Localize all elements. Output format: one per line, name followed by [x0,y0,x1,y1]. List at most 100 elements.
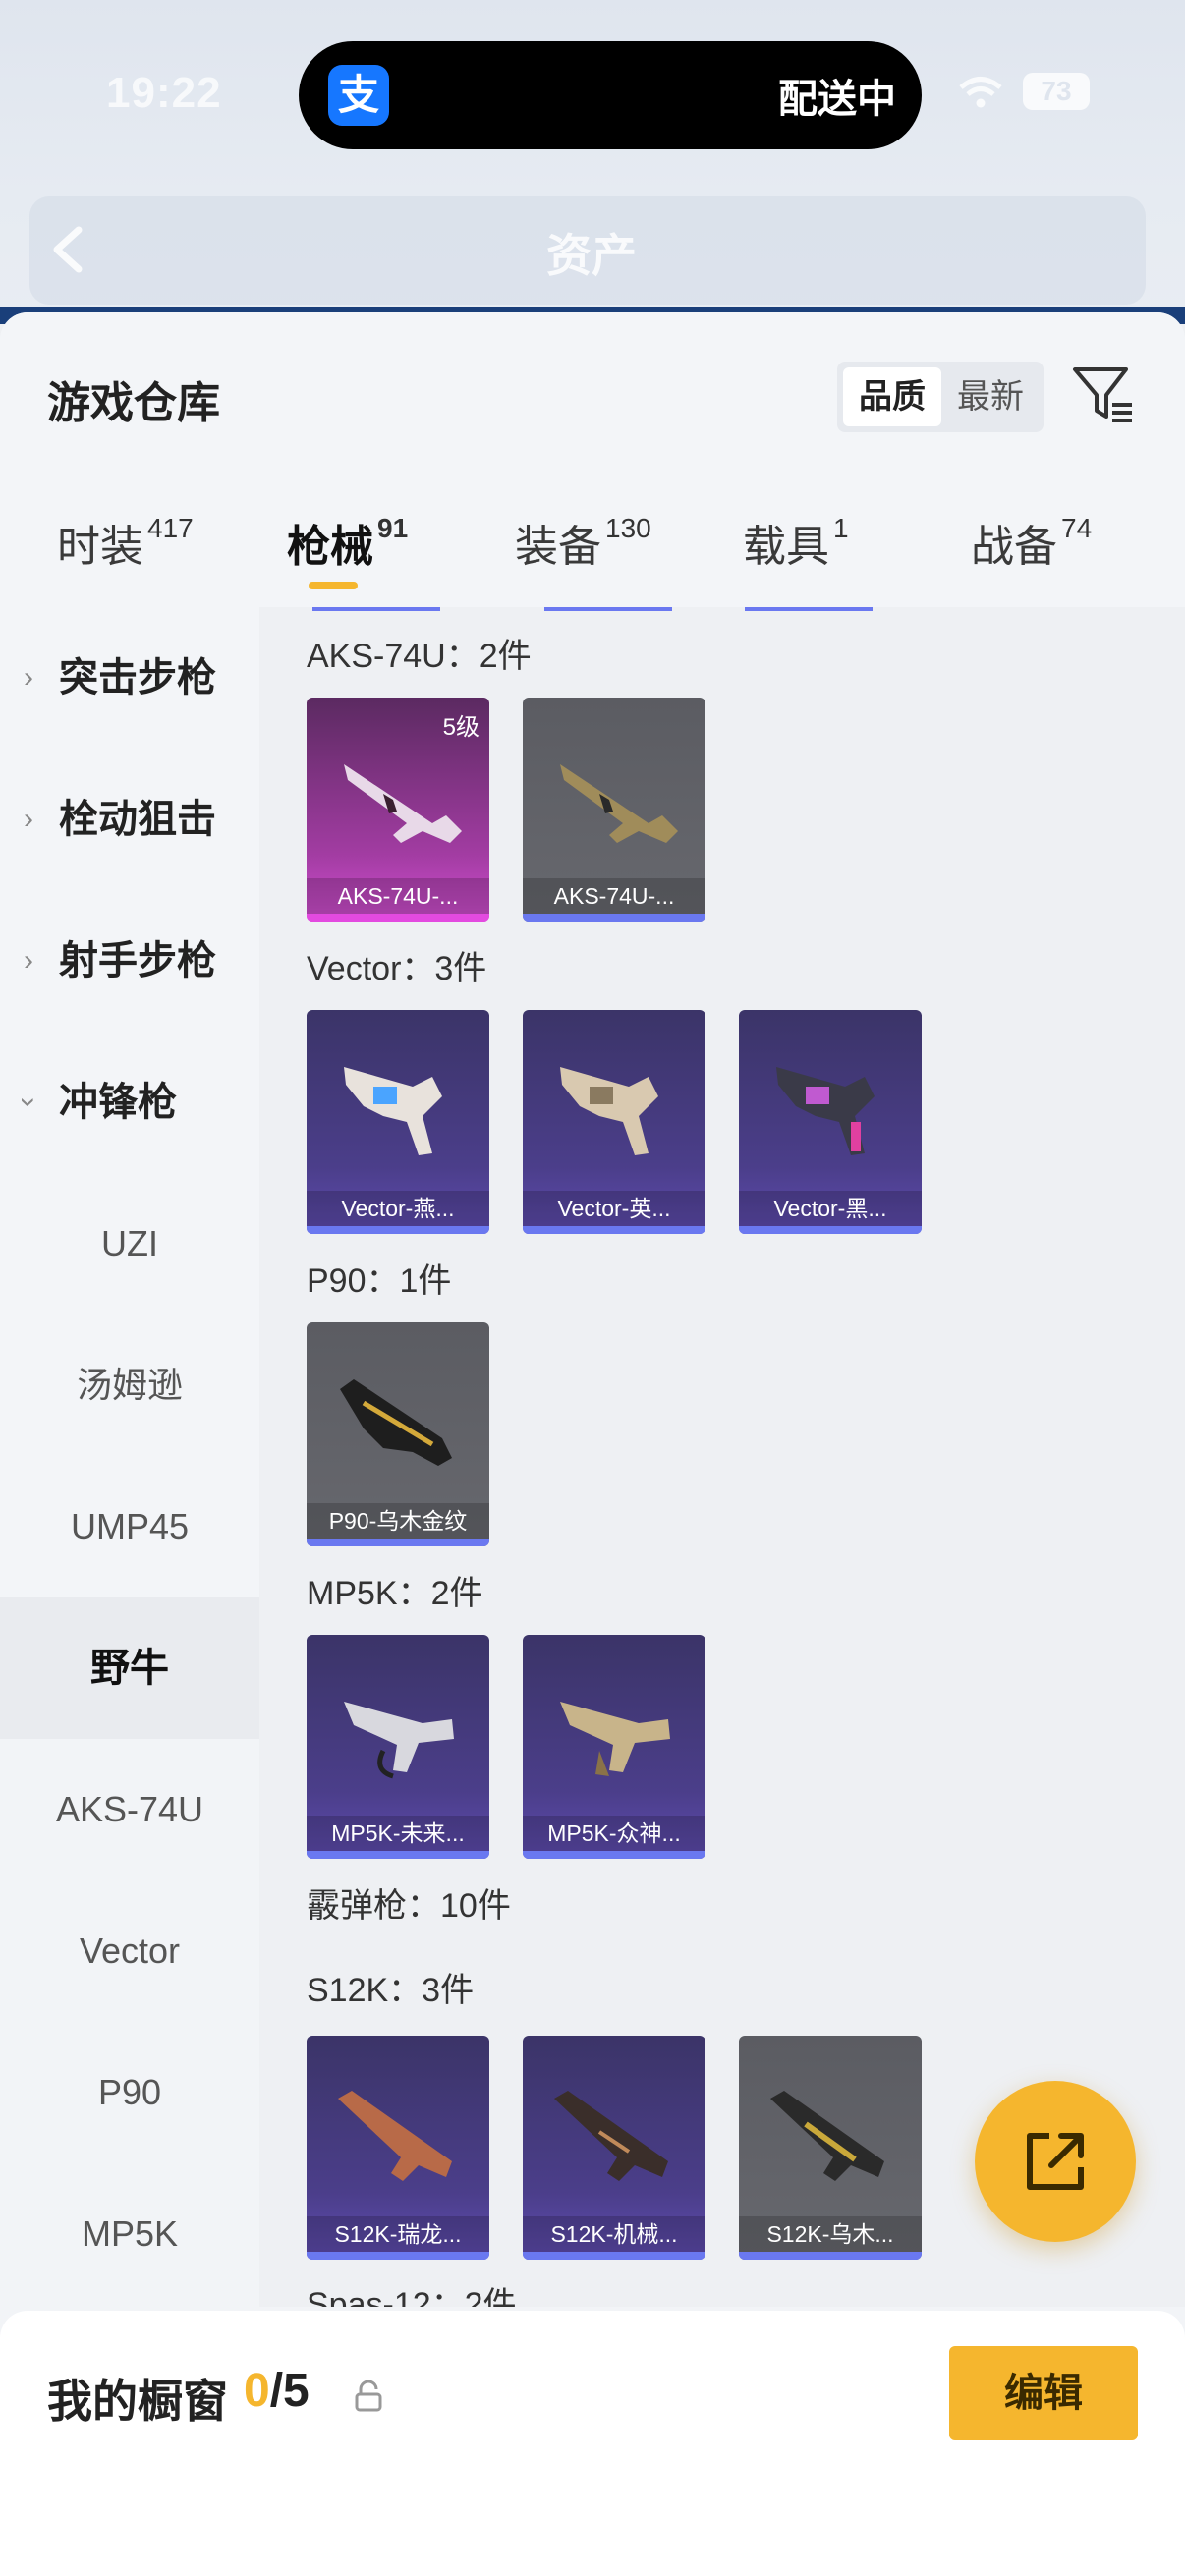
weapon-card[interactable]: S12K-乌木... [739,2036,922,2260]
sidebar-item-assault-rifle[interactable]: › 突击步枪 [0,607,259,749]
tab-label: 枪械 [287,523,373,571]
filter-icon[interactable] [1071,362,1136,426]
weapon-card[interactable]: MP5K-众神... [523,1635,705,1859]
sidebar-item-vector[interactable]: Vector [0,1880,259,2022]
panel-header: 游戏仓库 品质 最新 时装 417 枪械 91 装备 130 载具 1 战备 74 [0,312,1185,607]
tab-firearms[interactable]: 枪械 91 [287,511,408,574]
weapon-card[interactable]: 5级 AKS-74U-... [307,698,489,922]
wifi-icon [959,77,1002,108]
group-title: S12K：3件 [307,1972,475,2009]
island-status-text: 配送中 [778,78,896,121]
tab-count: 1 [833,513,849,544]
smg-icon [344,1702,454,1779]
tab-supplies[interactable]: 战备 74 [971,511,1092,574]
sidebar-item-bolt-sniper[interactable]: › 栓动狙击 [0,749,259,890]
showcase-count-total: /5 [269,2365,310,2417]
weapon-card[interactable]: P90-乌木金纹 [307,1322,489,1546]
sidebar-item-label: 射手步枪 [59,939,216,982]
sidebar-item-thompson[interactable]: 汤姆逊 [0,1315,259,1456]
rarity-bar [307,1539,489,1546]
weapon-name: AKS-74U-... [523,878,705,914]
edit-button[interactable]: 编辑 [949,2346,1138,2440]
sidebar-item-p90[interactable]: P90 [0,2022,259,2163]
weapon-card[interactable]: MP5K-未来... [307,1635,489,1859]
sidebar-item-mp5k[interactable]: MP5K [0,2163,259,2305]
weapon-name: S12K-机械... [523,2216,705,2252]
weapon-name: Vector-燕... [307,1191,489,1226]
sidebar-item-bizon[interactable]: 野牛 [0,1597,259,1739]
sidebar-item-uzi[interactable]: UZI [0,1173,259,1315]
rarity-bar [523,1851,705,1859]
lock-icon [355,2380,382,2412]
weapon-card[interactable]: AKS-74U-... [523,698,705,922]
weapon-name: P90-乌木金纹 [307,1503,489,1539]
tab-label: 战备 [971,523,1057,571]
rarity-bar [523,914,705,922]
group-title: MP5K：2件 [307,1575,483,1612]
rarity-bar [739,2252,922,2260]
group-title: Spas-12：2件 [307,2286,517,2307]
chevron-down-icon: › [13,1097,45,1107]
weapon-name: Vector-黑... [739,1191,922,1226]
tab-label: 时装 [57,523,143,571]
weapon-card[interactable]: Vector-黑... [739,1010,922,1234]
group-title: P90：1件 [307,1262,452,1300]
warehouse-panel: 游戏仓库 品质 最新 时装 417 枪械 91 装备 130 载具 1 战备 74 › 突… [0,312,1185,2576]
back-arrow-icon[interactable] [43,222,98,277]
weapon-grid: AKS-74U：2件 5级 AKS-74U-... AKS-74U-... Ve… [259,607,1185,2307]
tab-count: 130 [605,513,651,544]
dynamic-island[interactable]: 支 配送中 [299,41,922,149]
sidebar-item-label: 栓动狙击 [59,798,216,841]
showcase-title: 我的橱窗 [47,2376,228,2427]
sort-quality-option[interactable]: 品质 [843,367,941,426]
rarity-bar [307,1851,489,1859]
weapon-card[interactable]: S12K-瑞龙... [307,2036,489,2260]
level-badge: 5级 [442,714,480,741]
sort-toggle: 品质 最新 [837,362,1044,432]
sidebar-item-aks74u[interactable]: AKS-74U [0,1739,259,1880]
chevron-right-icon: › [24,803,33,835]
sidebar-item-ump45[interactable]: UMP45 [0,1456,259,1597]
background-header: 19:22 支 配送中 73 资产 [0,0,1185,324]
shotgun-icon [338,2091,452,2181]
chevron-right-icon: › [24,661,33,694]
tab-vehicles[interactable]: 载具 1 [743,511,849,574]
smg-icon [560,1702,670,1776]
rarity-bar [307,2252,489,2260]
weapon-category-sidebar: › 突击步枪 › 栓动狙击 › 射手步枪 › 冲锋枪 UZI 汤姆逊 UMP45… [0,607,259,2254]
weapon-name: MP5K-众神... [523,1816,705,1851]
status-indicators: 73 [958,71,1096,114]
smg-icon [344,1067,442,1155]
tab-count: 417 [147,513,194,544]
scrolled-card-edges [259,607,1185,615]
sort-newest-option[interactable]: 最新 [941,367,1040,426]
weapon-name: S12K-瑞龙... [307,2216,489,2252]
sidebar-item-marksman-rifle[interactable]: › 射手步枪 [0,890,259,1032]
tab-count: 91 [377,513,409,544]
weapon-card[interactable]: S12K-机械... [523,2036,705,2260]
sidebar-item-smg[interactable]: › 冲锋枪 [0,1032,259,1173]
rarity-bar [523,1226,705,1234]
weapon-name: MP5K-未来... [307,1816,489,1851]
tab-fashion[interactable]: 时装 417 [57,511,194,574]
tab-label: 载具 [743,523,829,571]
weapon-name: AKS-74U-... [307,878,489,914]
weapon-name: Vector-英... [523,1191,705,1226]
background-page-title: 资产 [546,230,637,281]
group-title: 霰弹枪：10件 [307,1887,511,1925]
tab-label: 装备 [515,523,601,571]
weapon-card[interactable]: Vector-燕... [307,1010,489,1234]
weapon-card[interactable]: Vector-英... [523,1010,705,1234]
rarity-bar [523,2252,705,2260]
status-time: 19:22 [106,69,222,117]
background-nav-bar: 资产 [29,196,1146,305]
rarity-bar [307,1226,489,1234]
share-button[interactable] [975,2081,1136,2242]
chevron-right-icon: › [24,944,33,977]
showcase-count: 0/5 [244,2364,310,2418]
shotgun-icon [554,2091,668,2181]
smg-icon [560,1067,658,1155]
smg-icon [340,1379,452,1466]
tab-equipment[interactable]: 装备 130 [515,511,651,574]
panel-title: 游戏仓库 [47,379,220,427]
